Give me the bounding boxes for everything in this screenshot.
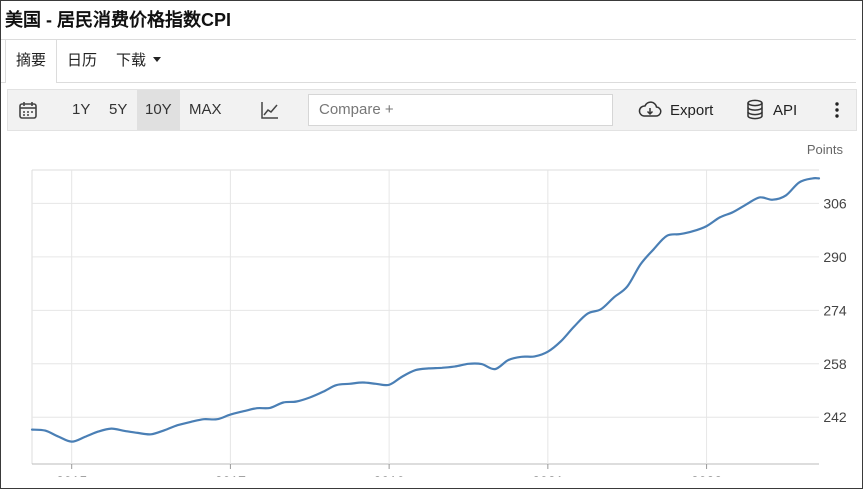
y-tick-label: 290 [823,249,847,265]
cloud-download-icon [638,101,662,117]
y-tick-label: 274 [823,302,847,318]
tab-bar: 摘要 日历 下载 [1,39,856,83]
page-title: 美国 - 居民消费价格指数CPI [5,10,232,30]
tab-summary-label: 摘要 [16,52,47,69]
calendar-icon[interactable] [18,90,38,130]
tab-download-label: 下载 [116,52,147,69]
chart-toolbar: 1Y 5Y 10Y MAX Compare + Export API [7,89,857,131]
tab-calendar-label: 日历 [67,52,98,69]
compare-input[interactable]: Compare + [308,94,613,126]
range-5y-button[interactable]: 5Y [109,90,127,130]
chart-widget: 美国 - 居民消费价格指数CPI 摘要 日历 下载 1Y 5Y 10Y MAX [0,0,863,489]
x-tick-label: 2019 [374,473,405,477]
tab-calendar[interactable]: 日历 [67,40,97,82]
database-icon [747,99,763,120]
x-tick-label: 2017 [215,473,246,477]
range-max-button[interactable]: MAX [189,90,222,130]
tab-download[interactable]: 下载 [116,40,162,82]
caret-down-icon [153,56,162,62]
y-tick-label: 242 [823,409,847,425]
cpi-line-chart: 242 258 274 290 306 2015 2017 2019 2021 2023 Poin… [30,142,847,477]
range-1y-button[interactable]: 1Y [72,90,90,130]
x-tick-label: 2023 [691,473,722,477]
x-tick-label: 2015 [56,473,87,477]
y-tick-label: 306 [823,195,847,211]
line-chart-icon[interactable] [260,90,280,130]
export-button[interactable]: Export [638,90,713,130]
y-tick-label: 258 [823,356,847,372]
range-10y-button[interactable]: 10Y [137,90,180,130]
tab-summary[interactable]: 摘要 [5,40,58,83]
api-label: API [773,101,798,119]
more-options-icon[interactable] [834,90,840,130]
export-label: Export [670,101,714,119]
x-tick-label: 2021 [532,473,563,477]
api-button[interactable]: API [746,90,797,130]
y-axis-label: Points [807,142,844,157]
